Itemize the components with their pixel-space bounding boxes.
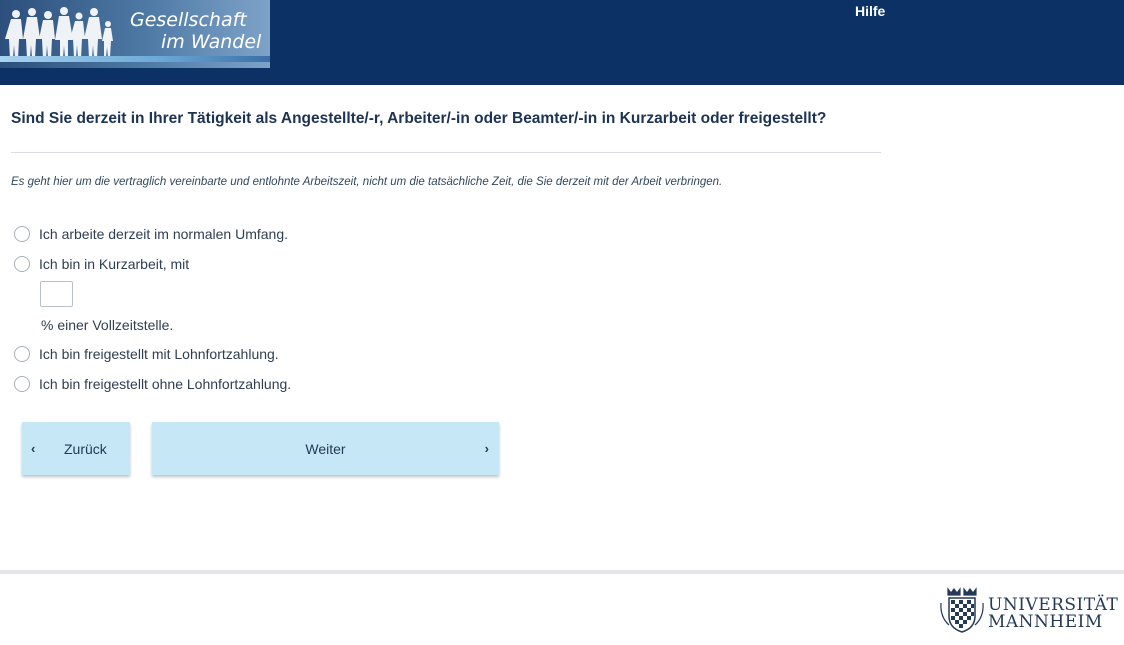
percent-input[interactable]: [40, 281, 73, 307]
question-note: Es geht hier um die vertraglich vereinba…: [11, 176, 723, 188]
university-crest-icon: [940, 587, 984, 633]
header-bar: Gesellschaft im Wandel Hilfe: [0, 0, 1124, 85]
university-name-line2: MANNHEIM: [988, 612, 1103, 632]
university-name: UNIVERSITÄT MANNHEIM: [988, 597, 1118, 631]
option-normal-hours[interactable]: Ich arbeite derzeit im normalen Umfang.: [14, 224, 288, 244]
chevron-right-icon: ›: [484, 441, 489, 456]
option-label: Ich bin freigestellt mit Lohnfortzahlung…: [39, 346, 279, 362]
radio-button[interactable]: [14, 346, 30, 362]
help-link[interactable]: Hilfe: [855, 3, 885, 19]
gesellschaft-im-wandel-logo[interactable]: Gesellschaft im Wandel: [0, 0, 270, 68]
logo-stripe: [0, 56, 270, 62]
chevron-left-icon: ‹: [31, 441, 36, 456]
back-button[interactable]: ‹ Zurück: [22, 422, 130, 475]
percent-suffix: % einer Vollzeitstelle.: [41, 317, 174, 333]
option-label: Ich bin freigestellt ohne Lohnfortzahlun…: [39, 376, 292, 392]
next-button[interactable]: Weiter ›: [152, 422, 499, 475]
logo-title: Gesellschaft im Wandel: [130, 9, 270, 53]
logo-title-line2: im Wandel: [161, 31, 262, 53]
logo-title-line1: Gesellschaft: [130, 9, 247, 31]
option-freigestellt-ohne-lohn[interactable]: Ich bin freigestellt ohne Lohnfortzahlun…: [14, 374, 291, 394]
radio-button[interactable]: [14, 376, 30, 392]
radio-button[interactable]: [14, 256, 30, 272]
universitaet-mannheim-logo[interactable]: UNIVERSITÄT MANNHEIM: [939, 585, 1124, 637]
radio-button[interactable]: [14, 226, 30, 242]
next-button-label: Weiter: [305, 441, 346, 457]
question-title: Sind Sie derzeit in Ihrer Tätigkeit als …: [11, 110, 827, 127]
option-label: Ich bin in Kurzarbeit, mit: [39, 256, 190, 272]
option-freigestellt-mit-lohn[interactable]: Ich bin freigestellt mit Lohnfortzahlung…: [14, 344, 279, 364]
back-button-label: Zurück: [64, 441, 107, 457]
option-kurzarbeit[interactable]: Ich bin in Kurzarbeit, mit: [14, 254, 189, 274]
option-label: Ich arbeite derzeit im normalen Umfang.: [39, 226, 288, 242]
divider: [11, 152, 881, 153]
footer-divider: [0, 570, 1124, 574]
people-silhouette-icon: [5, 7, 113, 59]
